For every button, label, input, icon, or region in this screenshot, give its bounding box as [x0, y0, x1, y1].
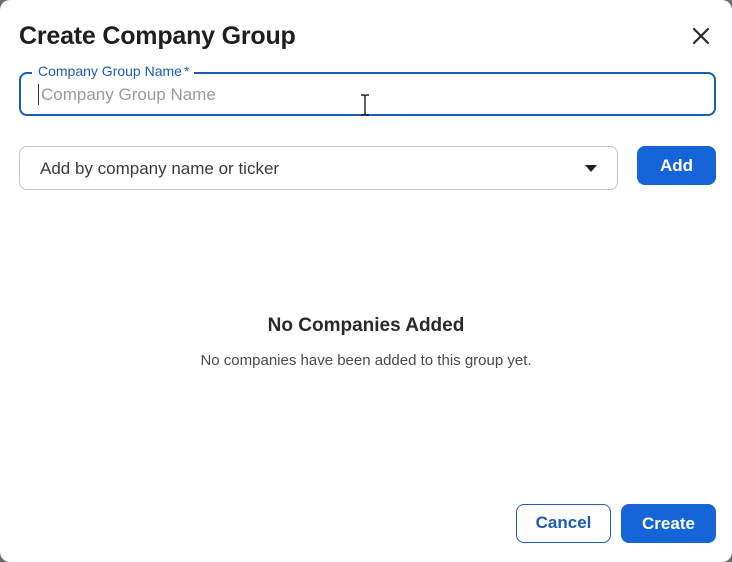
create-button[interactable]: Create [621, 504, 716, 543]
close-icon [692, 27, 710, 45]
required-marker: * [183, 63, 190, 79]
company-group-name-label-text: Company Group Name [38, 63, 182, 79]
company-search-select[interactable]: Add by company name or ticker [19, 146, 618, 190]
company-search-placeholder: Add by company name or ticker [40, 159, 280, 178]
text-caret [38, 84, 39, 105]
create-company-group-dialog: Create Company Group Company Group Name *… [0, 0, 732, 562]
close-button[interactable] [687, 22, 715, 50]
cancel-button[interactable]: Cancel [516, 504, 611, 543]
empty-state-message: No companies have been added to this gro… [200, 352, 532, 369]
add-button[interactable]: Add [637, 146, 716, 185]
caret-down-icon [585, 165, 597, 172]
dialog-title: Create Company Group [19, 22, 296, 50]
ibeam-cursor-icon [359, 94, 371, 121]
empty-state-title: No Companies Added [267, 315, 465, 336]
company-group-name-label: Company Group Name * [32, 62, 195, 80]
